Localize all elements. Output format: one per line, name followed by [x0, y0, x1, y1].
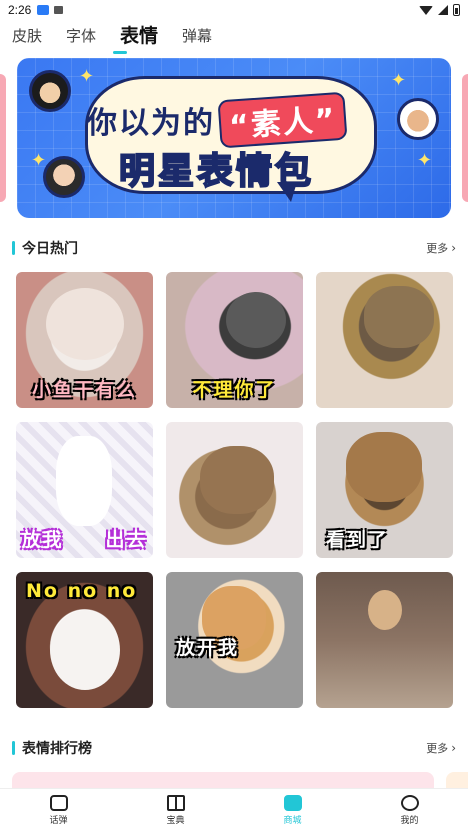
status-bar: 2:26 — [0, 0, 468, 20]
chevron-right-icon: › — [451, 241, 456, 255]
banner-headline-quote: “素人” — [217, 91, 348, 149]
more-label: 更多 — [426, 742, 449, 755]
nav-item-shop[interactable]: 商城 — [234, 789, 351, 832]
more-label: 更多 — [426, 242, 449, 255]
bottom-nav: 话弹 宝典 商城 我的 — [0, 788, 468, 832]
shop-icon — [283, 795, 302, 811]
nav-item-profile[interactable]: 我的 — [351, 789, 468, 832]
sticker-grid: 小鱼干有么 不理你了 放我 出去 看到了 No no no 放开我 — [16, 272, 453, 708]
nav-item-guide[interactable]: 宝典 — [117, 789, 234, 832]
tab-skin[interactable]: 皮肤 — [12, 25, 42, 52]
banner-carousel: 你以为的 “素人” 明星表情包 ✦ ✦ ✦ ✦ — [0, 58, 468, 218]
status-time: 2:26 — [8, 3, 32, 17]
sticker-card[interactable]: 小鱼干有么 — [16, 272, 153, 408]
sparkle-icon: ✦ — [417, 150, 433, 171]
status-indicators — [419, 4, 460, 16]
sticker-card[interactable] — [316, 572, 453, 708]
battery-icon — [453, 4, 460, 16]
sticker-card[interactable] — [316, 272, 453, 408]
sticker-caption: 不理你了 — [192, 379, 277, 401]
more-hot-link[interactable]: 更多 › — [426, 240, 456, 256]
tab-danmaku[interactable]: 弹幕 — [182, 25, 212, 52]
banner-next-peek[interactable] — [462, 74, 468, 202]
banner-headline: 你以为的 “素人” — [87, 91, 348, 149]
nav-item-chat[interactable]: 话弹 — [0, 789, 117, 832]
more-rank-link[interactable]: 更多 › — [426, 740, 456, 756]
profile-icon — [400, 795, 419, 811]
celebrity-avatar-3 — [397, 98, 439, 140]
celebrity-avatar-2 — [43, 156, 85, 198]
sticker-card[interactable]: 看到了 — [316, 422, 453, 558]
banner-subheadline: 明星表情包 — [118, 150, 315, 193]
sparkle-icon: ✦ — [391, 70, 407, 91]
sticker-caption: 看到了 — [326, 529, 390, 551]
sparkle-icon: ✦ — [79, 66, 95, 87]
section-header-rank: 表情排行榜 更多 › — [12, 738, 456, 758]
section-header-hot: 今日热门 更多 › — [12, 238, 456, 258]
signal-icon — [438, 5, 448, 15]
celebrity-avatar-1 — [29, 70, 71, 112]
sticker-card[interactable]: No no no — [16, 572, 153, 708]
app-notification-icon — [37, 5, 50, 15]
sticker-card[interactable]: 不理你了 — [166, 272, 303, 408]
sticker-card[interactable] — [166, 422, 303, 558]
chat-icon — [49, 795, 68, 811]
book-icon — [166, 795, 185, 811]
banner-card[interactable]: 你以为的 “素人” 明星表情包 ✦ ✦ ✦ ✦ — [17, 58, 451, 218]
sticker-caption: 放开我 — [176, 637, 240, 659]
sparkle-icon: ✦ — [31, 150, 47, 171]
sticker-card[interactable]: 放开我 — [166, 572, 303, 708]
wifi-icon — [419, 5, 433, 15]
tab-font[interactable]: 字体 — [66, 25, 96, 52]
banner-prev-peek[interactable] — [0, 74, 6, 202]
nav-label: 商城 — [283, 816, 302, 826]
sticker-caption: 小鱼干有么 — [31, 379, 137, 401]
section-title-hot: 今日热门 — [22, 241, 78, 257]
tab-emoji[interactable]: 表情 — [113, 21, 158, 54]
sticker-caption: No no no — [26, 580, 138, 602]
nav-label: 我的 — [400, 816, 419, 826]
nav-label: 宝典 — [166, 816, 185, 826]
nav-label: 话弹 — [49, 816, 68, 826]
section-accent-bar — [12, 741, 15, 755]
sticker-caption: 放我 出去 — [21, 529, 148, 551]
sticker-card[interactable]: 放我 出去 — [16, 422, 153, 558]
category-tabs: 皮肤 字体 表情 弹幕 — [0, 21, 468, 54]
section-accent-bar — [12, 241, 15, 255]
android-notification-icon — [54, 6, 64, 14]
banner-headline-prefix: 你以为的 — [87, 106, 215, 141]
section-title-rank: 表情排行榜 — [22, 741, 92, 757]
chevron-right-icon: › — [451, 741, 456, 755]
